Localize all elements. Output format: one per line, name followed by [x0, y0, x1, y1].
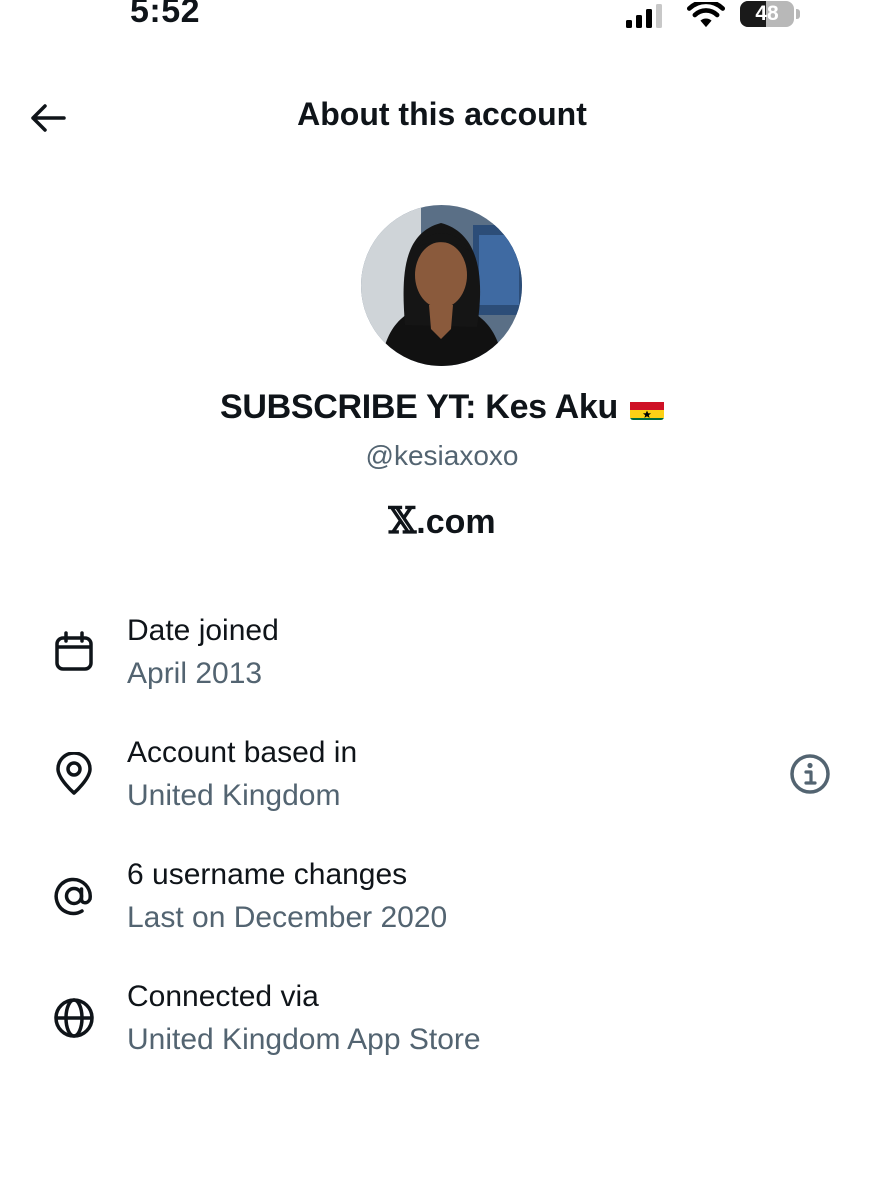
- ghana-flag-icon: [630, 396, 664, 420]
- header: About this account: [0, 86, 884, 150]
- page-title: About this account: [297, 96, 587, 132]
- display-name: SUBSCRIBE YT: Kes Aku: [0, 388, 884, 427]
- x-logo-icon: 𝕏: [388, 500, 417, 542]
- site-label: 𝕏.com: [0, 500, 884, 542]
- cellular-signal-icon: [626, 4, 662, 28]
- display-name-text: SUBSCRIBE YT: Kes Aku: [219, 388, 618, 426]
- site-suffix: .com: [416, 503, 496, 541]
- back-button[interactable]: [22, 92, 74, 144]
- battery-tip: [796, 9, 800, 19]
- battery-body: 48: [740, 1, 794, 27]
- globe-icon: [50, 994, 98, 1042]
- info-button[interactable]: [788, 752, 832, 796]
- date-joined-row: Date joined April 2013: [0, 612, 884, 712]
- calendar-icon: [50, 628, 98, 676]
- info-icon: [790, 754, 830, 794]
- date-joined-value: April 2013: [127, 657, 263, 690]
- username-changes-title: 6 username changes: [127, 858, 408, 891]
- username-changes-value: Last on December 2020: [127, 901, 448, 934]
- profile-photo: [361, 205, 522, 366]
- account-based-in-title: Account based in: [127, 736, 358, 769]
- battery-indicator: 48: [740, 1, 802, 29]
- wifi-icon: [686, 2, 726, 28]
- connected-via-title: Connected via: [127, 980, 319, 1013]
- avatar[interactable]: [361, 205, 522, 366]
- location-pin-icon: [50, 750, 98, 798]
- arrow-left-icon: [31, 104, 66, 132]
- date-joined-title: Date joined: [127, 614, 279, 647]
- status-bar: 5:52 48: [0, 0, 884, 40]
- battery-level: 48: [755, 2, 779, 25]
- connected-via-value: United Kingdom App Store: [127, 1023, 481, 1056]
- status-time: 5:52: [130, 0, 201, 30]
- account-based-in-value: United Kingdom: [127, 779, 341, 812]
- account-handle: @kesiaxoxo: [365, 440, 519, 471]
- at-sign-icon: [50, 872, 98, 920]
- connected-via-row: Connected via United Kingdom App Store: [0, 978, 884, 1078]
- username-changes-row: 6 username changes Last on December 2020: [0, 856, 884, 956]
- account-based-in-row: Account based in United Kingdom: [0, 734, 884, 834]
